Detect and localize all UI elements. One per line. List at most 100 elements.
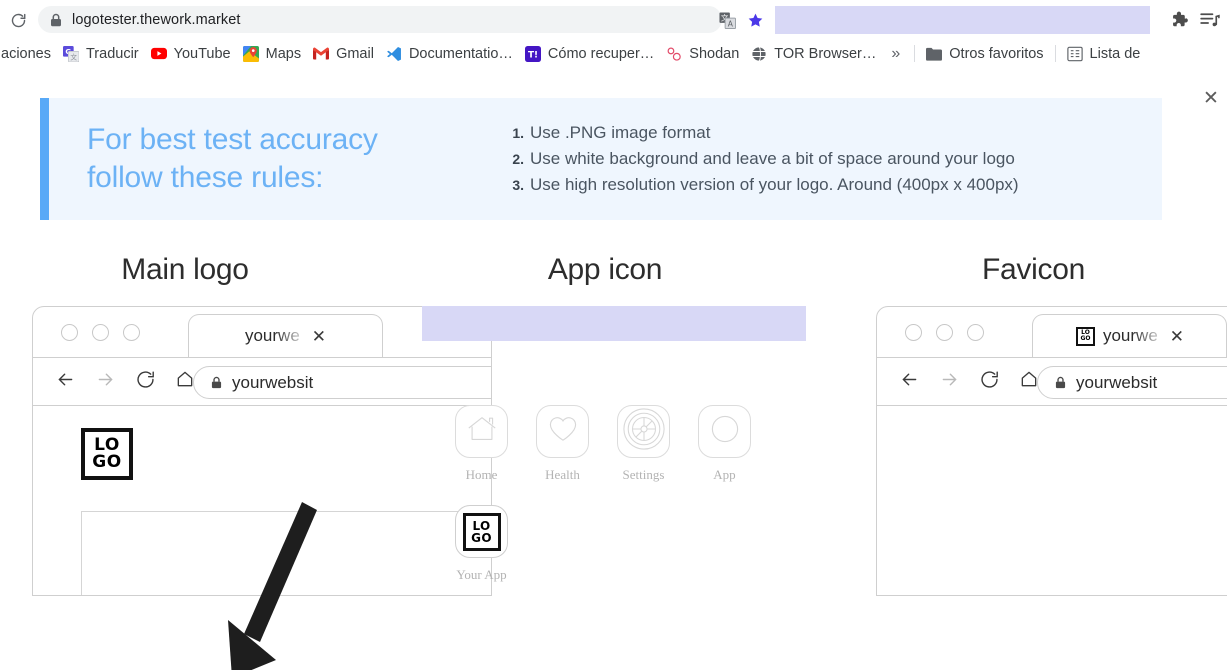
puzzle-piece-icon[interactable] (1168, 9, 1189, 30)
mockup-reload-icon (979, 369, 1000, 395)
circle-icon (711, 415, 739, 448)
bookmark-item-aciones[interactable]: aciones (0, 42, 57, 66)
your-app-icon-tile: LO GO (455, 505, 508, 558)
bookmark-label: Maps (265, 45, 302, 62)
mockup-tabstrip: LO GO yourwe ✕ (877, 307, 1227, 357)
app-grid-item-your-app: LO GO Your App (453, 505, 510, 583)
mockup-toolbar: yourwebsit (33, 357, 491, 405)
ti-icon: T! (524, 45, 541, 62)
bookmarks-overflow-button[interactable]: » (882, 45, 909, 63)
bookmark-label: Shodan (689, 45, 740, 62)
page-selection-highlight (422, 306, 806, 341)
vscode-icon (386, 46, 402, 62)
app-icon-tile (617, 405, 670, 458)
app-icon-label: Settings (622, 467, 665, 482)
app-icon-tile (698, 405, 751, 458)
bookmark-label: Otros favoritos (949, 45, 1044, 62)
mockup-tab-title: yourwe (1102, 326, 1158, 345)
google-maps-icon (242, 45, 259, 62)
logo-text-top: LO (472, 518, 491, 533)
column-title: Favicon (982, 253, 1085, 286)
favicon-text-bottom: GO (1080, 335, 1091, 342)
back-arrow-icon (55, 369, 76, 395)
folder-icon (926, 46, 943, 62)
app-icon-tile (455, 405, 508, 458)
bookmark-star-icon[interactable] (744, 9, 766, 31)
bookmark-item-youtube[interactable]: YouTube (145, 42, 237, 66)
youtube-icon (150, 46, 167, 62)
bookmarks-divider-2 (1054, 45, 1056, 62)
forward-arrow-icon (939, 369, 960, 395)
reading-list-icon (1066, 46, 1083, 62)
bookmark-item-reading-list[interactable]: Lista de (1061, 42, 1147, 66)
tab-favicon-logo: LO GO (1075, 326, 1096, 347)
forward-arrow-icon (95, 369, 116, 395)
window-dot (61, 324, 78, 341)
bookmark-item-otros-favoritos[interactable]: Otros favoritos (920, 42, 1049, 66)
app-grid-item-home: Home (453, 405, 510, 483)
rule-number: 2. (512, 151, 524, 167)
mockup-tab-title: yourwe (244, 326, 300, 345)
translate-icon[interactable]: 文 A (716, 9, 738, 31)
window-dot (967, 324, 984, 341)
column-main-logo: Main logo yourwe ✕ yourwebsit LO GO (0, 253, 492, 670)
bookmark-item-maps[interactable]: Maps (237, 42, 307, 66)
mockup-reload-icon (135, 369, 156, 395)
bookmark-label: Documentatio… (408, 45, 513, 62)
column-favicon: Favicon LO GO yourwe ✕ yourwebsit (840, 253, 1227, 596)
bookmark-item-shodan[interactable]: Shodan (660, 42, 745, 66)
bookmark-item-documentation[interactable]: Documentatio… (380, 42, 519, 66)
column-title: App icon (547, 253, 663, 286)
bookmark-item-como-recuperar[interactable]: T! Cómo recuper… (519, 42, 660, 66)
app-icon-label: Health (545, 467, 580, 482)
bookmark-label: Cómo recuper… (547, 45, 655, 62)
mockup-tab: yourwe ✕ (188, 314, 383, 357)
app-grid-item-app: App (696, 405, 753, 483)
address-bar[interactable]: logotester.thework.market (38, 6, 722, 33)
bookmarks-divider (914, 45, 916, 62)
app-grid-item-health: Health (534, 405, 591, 483)
mockup-url-bar: yourwebsit (193, 366, 491, 399)
bookmark-label: Gmail (336, 45, 374, 62)
rule-text: Use white background and leave a bit of … (530, 149, 1015, 168)
lock-icon (1055, 376, 1066, 389)
mockup-window-dots (905, 324, 984, 341)
app-icon-grid: Home Health Settings App (453, 405, 753, 483)
mockup-toolbar: yourwebsit (877, 357, 1227, 405)
window-dot (123, 324, 140, 341)
reload-icon[interactable] (7, 9, 29, 31)
app-icon-label: App (713, 467, 736, 482)
back-arrow-icon (899, 369, 920, 395)
app-icon-tile (536, 405, 589, 458)
window-dot (905, 324, 922, 341)
lock-icon (211, 376, 222, 389)
banner-rules-list: 1. Use .PNG image format 2. Use white ba… (464, 98, 1162, 220)
banner-heading: For best test accuracy follow these rule… (49, 98, 464, 220)
column-title: Main logo (121, 253, 249, 286)
mockup-url-text: yourwebsit (1076, 372, 1158, 392)
home-icon (1019, 369, 1039, 394)
shodan-icon (666, 46, 682, 62)
bookmark-label: aciones (1, 45, 51, 62)
rule-item: 1. Use .PNG image format (506, 120, 1162, 146)
gmail-icon (313, 46, 330, 62)
banner-heading-line2: follow these rules: (87, 161, 324, 194)
logo-text-bottom: GO (471, 530, 492, 545)
rule-item: 3. Use high resolution version of your l… (506, 172, 1162, 198)
bookmark-item-gmail[interactable]: Gmail (307, 42, 380, 66)
mockup-tab-close-icon: ✕ (311, 326, 327, 346)
mockup-content-frame (81, 511, 491, 595)
bookmark-item-traducir[interactable]: G 文 Traducir (57, 42, 145, 66)
svg-text:A: A (727, 19, 733, 28)
logo-placeholder: LO GO (462, 512, 501, 551)
close-icon[interactable]: ✕ (1201, 88, 1221, 108)
rules-banner: For best test accuracy follow these rule… (40, 98, 1162, 220)
svg-text:T!: T! (528, 50, 538, 60)
logo-text-bottom: GO (92, 452, 122, 472)
banner-heading-line1: For best test accuracy (87, 123, 378, 157)
reading-list-icon[interactable] (1198, 9, 1220, 30)
bookmark-item-tor-browser[interactable]: TOR Browser… (745, 42, 882, 66)
window-dot (936, 324, 953, 341)
mockup-tab-close-icon: ✕ (1169, 326, 1185, 346)
bookmarks-bar: aciones G 文 Traducir YouTube (0, 38, 1227, 70)
